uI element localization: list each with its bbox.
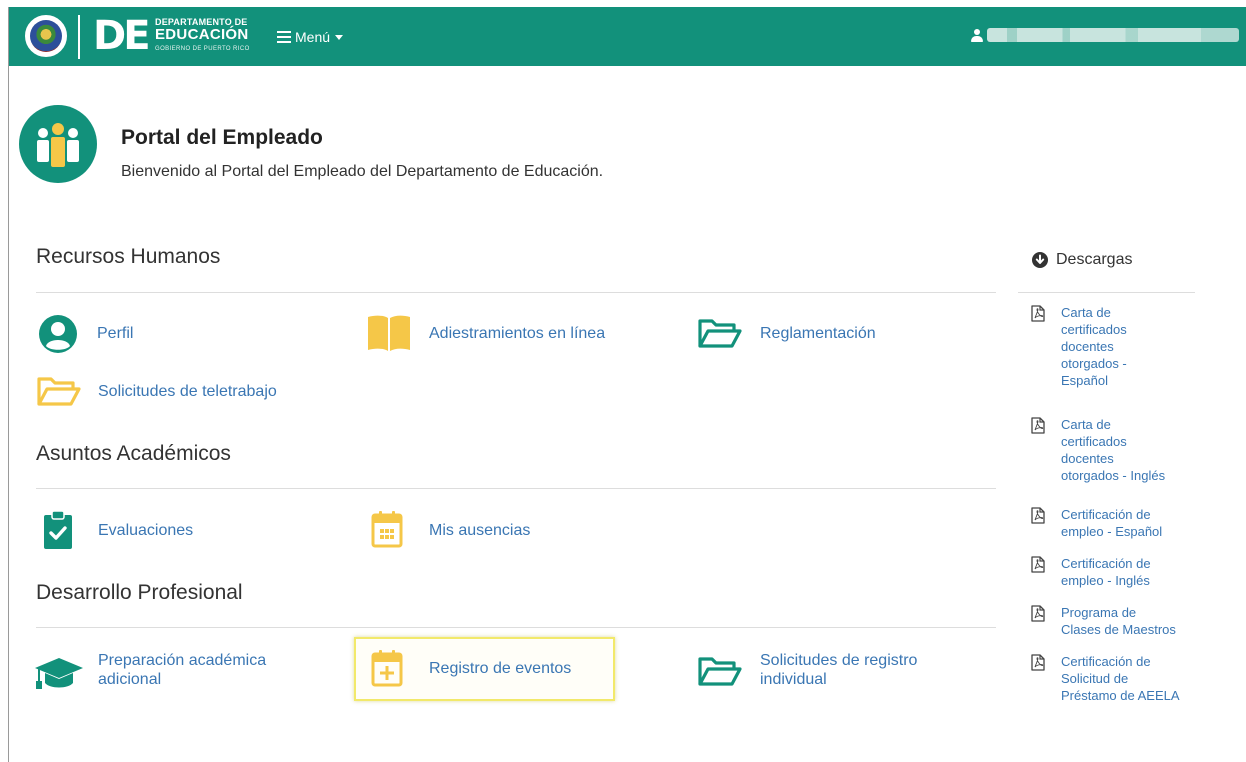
pdf-file-icon [1031, 605, 1045, 627]
user-account-menu[interactable] [971, 28, 1239, 42]
navbar-divider [78, 15, 80, 59]
download-link-line: Español [1061, 373, 1108, 388]
download-link-line: Certificación de [1061, 654, 1151, 669]
menu-label: Menú [295, 29, 331, 45]
government-seal-icon [25, 15, 67, 57]
download-link[interactable]: Carta de certificados docentes otorgados - … [1061, 416, 1201, 484]
download-link-line: certificados [1061, 322, 1127, 337]
pdf-file-icon [1031, 417, 1045, 439]
calendar-icon [371, 511, 403, 548]
pdf-file-icon [1031, 507, 1045, 529]
link-perfil[interactable]: Perfil [36, 312, 196, 354]
link-label: Adiestramientos en línea [429, 325, 606, 342]
download-link[interactable]: Programa de Clases de Maestros [1061, 604, 1201, 638]
download-link[interactable]: Certificación de empleo - Inglés [1061, 555, 1201, 589]
logo-line-3: GOBIERNO DE PUERTO RICO [155, 46, 250, 52]
menu-dropdown-button[interactable]: Menú [277, 27, 344, 47]
download-link[interactable]: Certificación de empleo - Español [1061, 506, 1201, 540]
graduation-cap-icon [35, 658, 83, 689]
window-top-strip [0, 0, 1246, 7]
link-reglamentacion[interactable]: Reglamentación [697, 312, 917, 354]
calendar-plus-icon [371, 650, 403, 687]
link-label: Mis ausencias [429, 522, 531, 539]
link-label: Evaluaciones [98, 522, 194, 539]
link-label: Solicitudes de teletrabajo [98, 383, 277, 400]
downloads-header: Descargas [1032, 251, 1132, 269]
link-registro-eventos[interactable]: Registro de eventos [367, 647, 607, 693]
folder-open-icon [698, 319, 742, 348]
window-left-border [8, 7, 9, 762]
download-link[interactable]: Certificación de Solicitud de Préstamo de … [1061, 653, 1201, 704]
link-label: Reglamentación [760, 325, 876, 342]
page-subtitle: Bienvenido al Portal del Empleado del De… [121, 163, 604, 180]
downloads-divider [1018, 292, 1195, 293]
link-solicitudes-teletrabajo[interactable]: Solicitudes de teletrabajo [36, 370, 326, 412]
link-label-line-1: Preparación académica [98, 652, 267, 669]
download-link-line: Programa de [1061, 605, 1137, 620]
link-label: Perfil [97, 325, 134, 342]
download-link-line: Carta de [1061, 305, 1111, 320]
link-preparacion-academica[interactable]: Preparación académica adicional [34, 648, 324, 698]
link-evaluaciones[interactable]: Evaluaciones [36, 508, 226, 552]
download-link-line: Certificación de [1061, 556, 1151, 571]
logo-line-2: EDUCACIÓN [155, 26, 249, 43]
download-link-line: otorgados - Inglés [1061, 468, 1166, 483]
link-label: Registro de eventos [429, 660, 572, 677]
link-label-line-1: Solicitudes de registro [760, 652, 918, 669]
download-link[interactable]: Carta de certificados docentes otorgados - E… [1061, 304, 1201, 389]
download-link-line: Préstamo de AEELA [1061, 688, 1180, 703]
logo-mark: DE [93, 13, 151, 59]
download-link-line: Carta de [1061, 417, 1111, 432]
section-title-desarrollo-profesional: Desarrollo Profesional [36, 581, 243, 604]
clipboard-check-icon [44, 510, 72, 549]
user-name-redacted [987, 28, 1239, 42]
download-link-line: empleo - Español [1061, 524, 1163, 539]
downloads-title: Descargas [1056, 251, 1133, 268]
download-link-line: Certificación de [1061, 507, 1151, 522]
download-link-line: docentes [1061, 451, 1114, 466]
folder-open-icon [698, 657, 742, 686]
employees-group-icon [19, 105, 97, 183]
section-divider [36, 488, 996, 489]
user-icon [971, 28, 983, 42]
caret-down-icon [335, 34, 344, 40]
section-divider [36, 627, 996, 628]
link-label-line-2: individual [760, 671, 827, 688]
top-navbar: DE DEPARTAMENTO DE EDUCACIÓN GOBIERNO DE… [9, 7, 1246, 66]
pdf-file-icon [1031, 305, 1045, 327]
folder-open-icon [37, 377, 81, 406]
link-adiestramientos[interactable]: Adiestramientos en línea [367, 312, 647, 354]
download-link-line: otorgados - [1061, 356, 1127, 371]
download-link-line: certificados [1061, 434, 1127, 449]
department-logo[interactable]: DE DEPARTAMENTO DE EDUCACIÓN GOBIERNO DE… [93, 13, 263, 59]
download-link-line: docentes [1061, 339, 1114, 354]
user-circle-icon [39, 315, 77, 353]
section-divider [36, 292, 996, 293]
download-link-line: Clases de Maestros [1061, 622, 1176, 637]
download-link-line: empleo - Inglés [1061, 573, 1150, 588]
download-link-line: Solicitud de [1061, 671, 1129, 686]
list-icon [277, 31, 291, 43]
book-open-icon [368, 315, 410, 351]
section-title-asuntos-academicos: Asuntos Académicos [36, 442, 231, 465]
link-label-line-2: adicional [98, 671, 162, 688]
link-solicitudes-registro[interactable]: Solicitudes de registro individual [697, 648, 977, 698]
section-title-recursos-humanos: Recursos Humanos [36, 245, 221, 268]
pdf-file-icon [1031, 556, 1045, 578]
link-mis-ausencias[interactable]: Mis ausencias [367, 508, 567, 552]
pdf-file-icon [1031, 654, 1045, 676]
circle-arrow-down-icon [1032, 252, 1048, 268]
page-title: Portal del Empleado [121, 126, 323, 149]
